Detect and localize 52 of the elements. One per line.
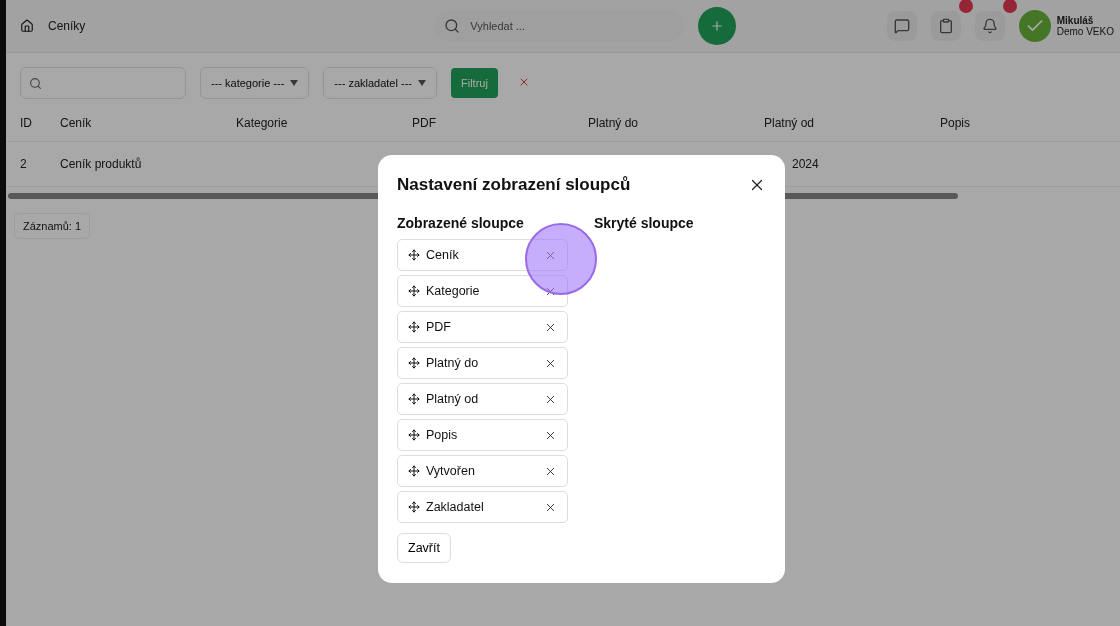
drag-handle-icon[interactable]: [408, 357, 420, 369]
column-header[interactable]: Ceník: [46, 116, 222, 130]
bell-button[interactable]: [974, 11, 1005, 41]
user-name: Mikuláš: [1056, 15, 1095, 26]
column-header[interactable]: Kategorie: [222, 116, 398, 130]
drag-handle-icon[interactable]: [408, 501, 420, 513]
filter-search-field[interactable]: [20, 67, 186, 99]
section-heading: Zobrazené sloupce: [397, 215, 525, 231]
table-cell-text: Ceník produktů: [59, 157, 143, 171]
column-header[interactable]: Popis: [926, 116, 1102, 130]
drag-handle-icon[interactable]: [408, 429, 420, 441]
column-item[interactable]: Ceník: [397, 239, 568, 271]
caret-icon: [290, 80, 299, 86]
bell-icon: [981, 18, 998, 34]
caret-icon: [417, 80, 426, 86]
home-icon[interactable]: [20, 19, 34, 33]
column-item[interactable]: Platný do: [397, 347, 568, 379]
plus-icon: [710, 19, 725, 33]
column-header[interactable]: ID: [6, 116, 46, 130]
column-item[interactable]: Popis: [397, 419, 568, 451]
chat-icon: [893, 18, 910, 34]
search-icon: [444, 18, 461, 34]
add-button[interactable]: [698, 7, 737, 45]
column-item[interactable]: Kategorie: [397, 275, 568, 307]
column-item[interactable]: Zakladatel: [397, 491, 568, 523]
column-header[interactable]: Platný od: [750, 116, 926, 130]
column-header[interactable]: Platný do: [574, 116, 750, 130]
table-cell-text: 2: [19, 157, 28, 171]
section-heading: Skryté sloupce: [594, 215, 695, 231]
column-item[interactable]: Vytvořen: [397, 455, 568, 487]
column-item[interactable]: Platný od: [397, 383, 568, 415]
column-header[interactable]: PDF: [398, 116, 574, 130]
search-icon: [29, 76, 42, 90]
clipboard-button[interactable]: [930, 11, 961, 41]
drag-handle-icon[interactable]: [408, 321, 420, 333]
founder-select[interactable]: --- zakladatel ---: [323, 67, 437, 99]
notification-dot: [958, 0, 973, 13]
column-item[interactable]: PDF: [397, 311, 568, 343]
dialog-title: Nastavení zobrazení sloupců: [397, 175, 631, 195]
page-title: Ceníky: [48, 19, 86, 33]
category-select[interactable]: --- kategorie ---: [200, 67, 310, 99]
close-button[interactable]: Zavřít: [397, 533, 451, 563]
clipboard-icon: [937, 18, 954, 34]
user-company: Demo VEKO: [1056, 26, 1114, 37]
table-cell-text: 2024: [791, 157, 820, 171]
drag-handle-icon[interactable]: [408, 393, 420, 405]
drag-handle-icon[interactable]: [408, 465, 420, 477]
notification-dot: [1002, 0, 1017, 13]
record-count: Záznamů: 1: [14, 213, 91, 239]
drag-handle-icon[interactable]: [408, 285, 420, 297]
chat-button[interactable]: [886, 11, 917, 41]
drag-handle-icon[interactable]: [408, 249, 420, 261]
